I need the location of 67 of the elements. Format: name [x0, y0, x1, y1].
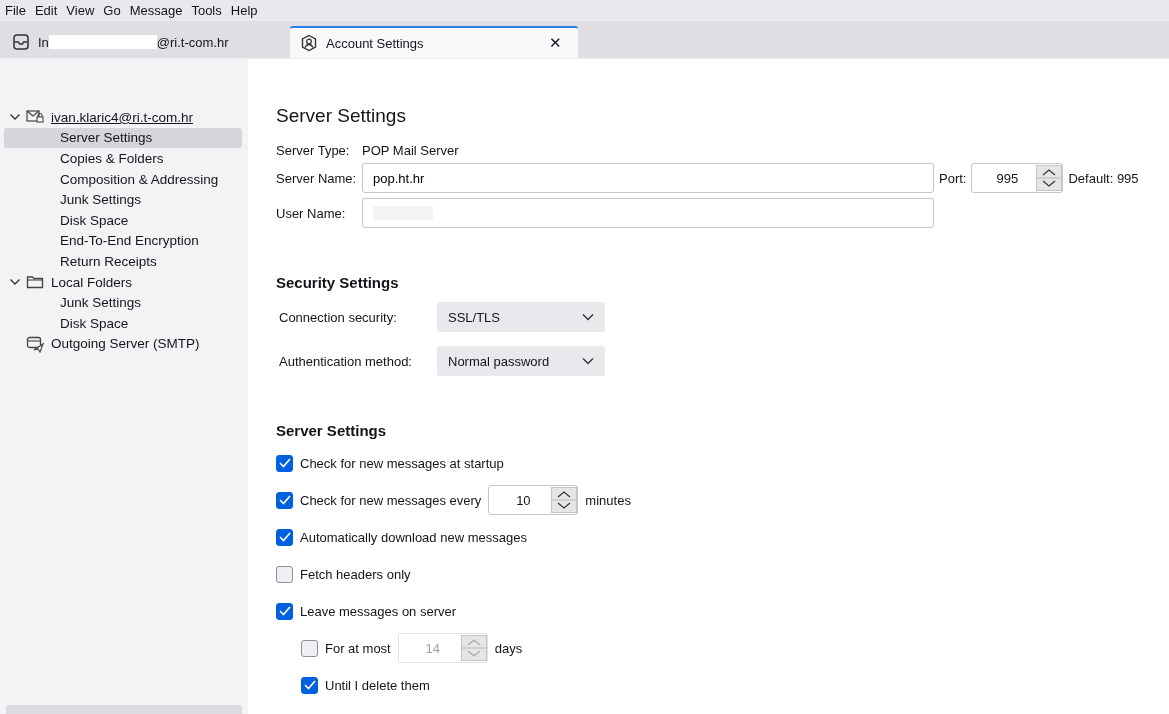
close-button[interactable]: ✕ [543, 34, 568, 52]
dropdown[interactable]: SSL/TLS [437, 302, 605, 332]
tree-item[interactable]: Return Receipts [4, 251, 242, 272]
tab-label: @ri.t-com.hr [156, 34, 229, 50]
checkmark-icon [278, 458, 291, 468]
unit-text: days [494, 640, 523, 656]
unit-text: minutes [585, 492, 631, 508]
checkmark-icon [303, 680, 316, 690]
tree-item[interactable]: ivan.klaric4@ri.t-com.hr [4, 107, 242, 128]
checkmark-icon [278, 495, 291, 505]
default-port-text: Default: 995 [1068, 170, 1139, 186]
checkbox-label[interactable]: Automatically download new messages [300, 529, 527, 545]
checkbox-label[interactable]: Leave messages on server [300, 603, 457, 619]
server-type-text: POP Mail Server [362, 143, 460, 158]
checkbox[interactable] [276, 528, 293, 546]
dropdown[interactable]: Normal password [437, 346, 605, 376]
tree-item[interactable]: Junk Settings [4, 189, 242, 210]
number-field[interactable]: 10 [488, 485, 579, 515]
checkbox-label[interactable]: Until I delete them [325, 677, 430, 693]
field-label: User Name: [276, 205, 347, 221]
stepper-arrows-icon [1036, 165, 1063, 191]
stepper-arrows-icon [460, 635, 487, 661]
menu-item[interactable]: View [63, 3, 101, 18]
server-name-field[interactable]: pop.ht.hr [362, 163, 934, 193]
menu-item[interactable]: Help [227, 3, 264, 18]
checkbox[interactable] [276, 565, 293, 583]
tab[interactable]: Account Settings ✕ [290, 26, 578, 58]
checkbox[interactable] [276, 454, 293, 472]
tree-item[interactable]: Disk Space [4, 312, 242, 334]
tab[interactable]: In @ri.t-com.hr [2, 26, 268, 58]
field-label: Authentication method: [279, 353, 413, 369]
tree-item[interactable]: Composition & Addressing [4, 168, 242, 190]
checkbox[interactable] [301, 676, 318, 694]
menu-item[interactable]: Message [126, 3, 189, 18]
menu-item[interactable]: Tools [188, 3, 228, 18]
inbox-icon [12, 33, 30, 51]
tree-item[interactable]: Copies & Folders [4, 148, 242, 169]
stepper-arrows-icon [551, 487, 578, 513]
checkbox[interactable] [276, 491, 293, 509]
section-heading: Server Settings [276, 422, 388, 439]
tree-item[interactable]: Outgoing Server (SMTP) [4, 333, 242, 355]
tree-item[interactable]: Server Settings [4, 127, 242, 149]
checkbox-label[interactable]: Fetch headers only [300, 566, 411, 582]
checkbox-label[interactable]: Check for new messages at startup [300, 455, 504, 471]
section-heading: Security Settings [276, 274, 400, 291]
field-label: Port: [939, 170, 967, 186]
checkmark-icon [278, 532, 291, 542]
checkmark-icon [278, 606, 291, 616]
tree-item[interactable]: Local Folders [4, 271, 242, 293]
checkbox[interactable] [276, 602, 293, 620]
menu-item[interactable]: Go [100, 3, 127, 18]
field-label: Server Name: [276, 170, 358, 186]
outgoing-mail-icon [26, 334, 44, 353]
page-title: Server Settings [276, 105, 407, 127]
menu-item[interactable]: File [2, 3, 32, 18]
tree-item[interactable]: Disk Space [4, 209, 242, 231]
checkbox-label[interactable]: Check for new messages every [300, 492, 482, 508]
tab-label: Account Settings [326, 35, 424, 51]
tree-item[interactable]: End-To-End Encryption [4, 230, 242, 252]
menu-item[interactable]: Edit [31, 3, 64, 18]
account-icon [300, 34, 318, 52]
field-label: Server Type: [276, 143, 351, 158]
tree-item[interactable]: Junk Settings [4, 292, 242, 313]
field-label: Connection security: [279, 309, 398, 325]
user-name-field[interactable] [362, 198, 934, 228]
tab-label: In [38, 34, 49, 50]
port-field[interactable]: 995 [971, 163, 1064, 193]
